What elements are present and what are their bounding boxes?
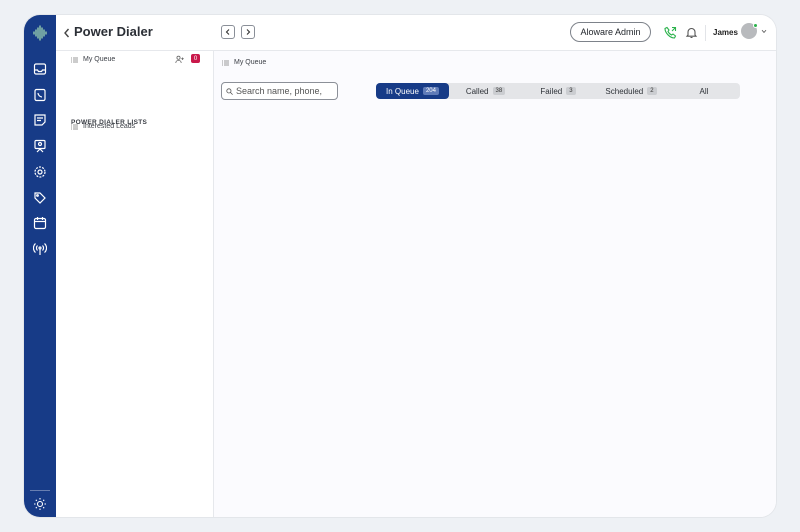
- tab-label: Failed: [540, 86, 563, 96]
- user-name[interactable]: James: [713, 28, 738, 37]
- list-icon: [222, 60, 229, 65]
- sidebar-item-label: Interested Leads: [83, 123, 136, 130]
- search-input[interactable]: [236, 86, 336, 96]
- tab-count-badge: 38: [492, 87, 506, 95]
- settings-icon[interactable]: [31, 163, 49, 181]
- logo-icon[interactable]: [32, 25, 48, 41]
- tab-label: In Queue: [386, 86, 419, 96]
- inbox-icon[interactable]: [31, 60, 49, 78]
- top-header: Power Dialer Aloware Admin James: [56, 15, 776, 51]
- breadcrumb: My Queue: [222, 59, 266, 66]
- nav-rail: [24, 15, 56, 517]
- tab-count-badge: 2: [647, 87, 657, 95]
- contacts-icon[interactable]: [31, 86, 49, 104]
- rail-divider: [30, 490, 50, 491]
- history-forward-button[interactable]: [241, 25, 255, 39]
- tab-count-badge: 204: [422, 87, 439, 95]
- breadcrumb-label: My Queue: [234, 59, 267, 66]
- page-title: Power Dialer: [74, 24, 153, 39]
- admin-button[interactable]: Aloware Admin: [570, 22, 651, 42]
- chevron-down-icon[interactable]: [761, 29, 767, 34]
- broadcast-icon[interactable]: [31, 137, 49, 155]
- tag-icon[interactable]: [31, 189, 49, 207]
- queue-count-badge: 0: [191, 54, 200, 63]
- search-box[interactable]: [221, 82, 338, 100]
- main-content: My Queue In Queue 204 Called 38 Failed 3…: [214, 51, 776, 517]
- tab-all[interactable]: All: [668, 83, 740, 99]
- history-back-button[interactable]: [221, 25, 235, 39]
- calendar-icon[interactable]: [31, 214, 49, 232]
- chevron-right-icon: [246, 29, 251, 35]
- tab-scheduled[interactable]: Scheduled 2: [594, 83, 668, 99]
- add-user-icon[interactable]: [175, 55, 184, 64]
- tab-count-badge: 3: [566, 87, 576, 95]
- search-icon: [226, 87, 233, 95]
- tab-called[interactable]: Called 38: [449, 83, 522, 99]
- notes-icon[interactable]: [31, 111, 49, 129]
- tab-label: Scheduled: [605, 86, 644, 96]
- sidebar-item-label: My Queue: [83, 56, 116, 63]
- app-window: Power Dialer Aloware Admin James My Queu…: [24, 15, 776, 517]
- tab-failed[interactable]: Failed 3: [522, 83, 594, 99]
- tab-label: All: [699, 86, 709, 96]
- online-status-dot: [753, 23, 758, 28]
- tab-label: Called: [465, 86, 489, 96]
- tab-in-queue[interactable]: In Queue 204: [376, 83, 449, 99]
- bell-icon[interactable]: [685, 26, 698, 39]
- phone-call-icon[interactable]: [664, 26, 677, 39]
- queue-tabs: In Queue 204 Called 38 Failed 3 Schedule…: [376, 83, 740, 99]
- list-icon: [71, 57, 78, 62]
- chevron-left-icon: [225, 29, 230, 35]
- back-chevron-icon[interactable]: [62, 27, 72, 39]
- sidebar-item-my-queue[interactable]: My Queue: [71, 56, 115, 63]
- list-icon: [71, 124, 78, 129]
- sidebar-item-interested-leads[interactable]: Interested Leads: [71, 123, 135, 130]
- antenna-icon[interactable]: [31, 240, 49, 258]
- theme-sun-icon[interactable]: [31, 495, 49, 513]
- header-divider: [705, 25, 706, 41]
